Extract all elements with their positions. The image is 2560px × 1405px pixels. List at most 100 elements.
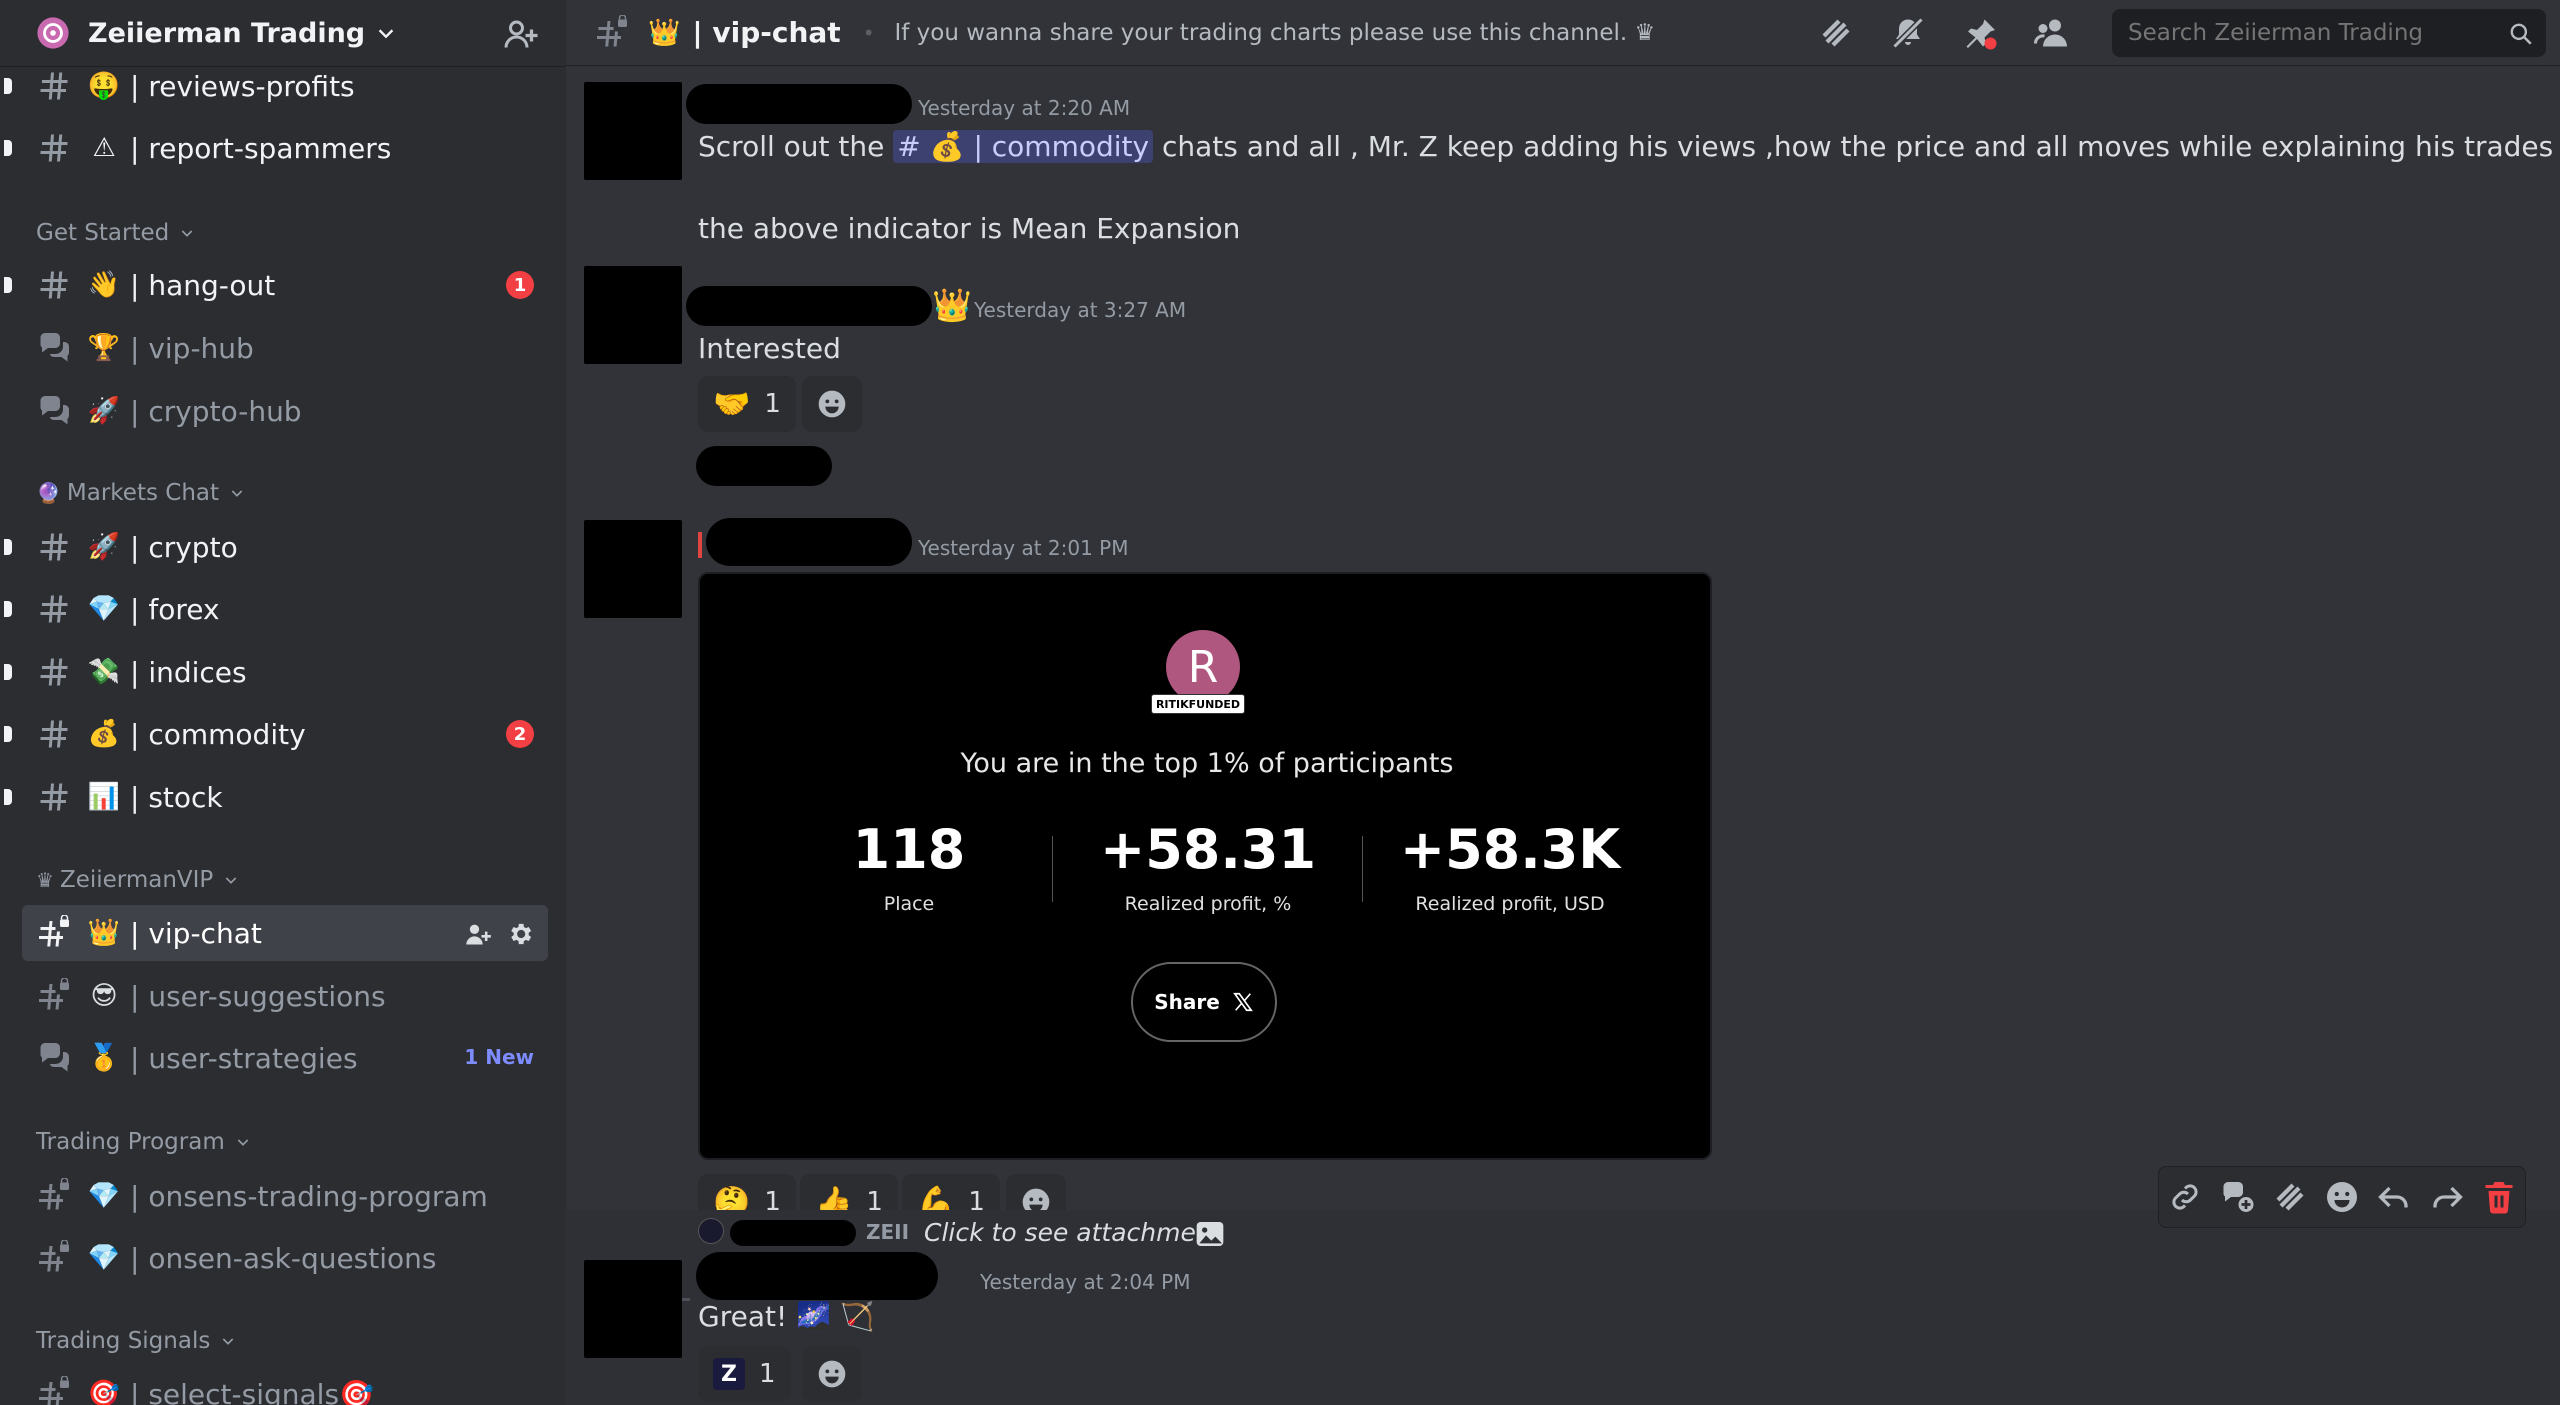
channel-emoji: 👑	[648, 17, 681, 48]
hashtag-locked-icon	[39, 1376, 69, 1405]
share-button[interactable]: Share	[1131, 962, 1277, 1042]
channel-emoji: 🏆	[87, 333, 121, 363]
channel-name: | stock	[130, 780, 223, 814]
unread-indicator	[4, 78, 12, 94]
channel-emoji: 💸	[87, 657, 121, 687]
hashtag-icon	[40, 533, 68, 561]
channel-vip-hub[interactable]: 🏆 | vip-hub	[22, 320, 548, 376]
reply-tag: ZEII	[866, 1220, 910, 1244]
channel-emoji: 👑	[87, 918, 121, 948]
stat-label: Realized profit, USD	[1415, 893, 1605, 915]
category-trading-signals[interactable]: Trading Signals	[36, 1326, 236, 1356]
message-timestamp[interactable]: Yesterday at 2:01 PM	[918, 536, 1129, 560]
add-reaction-icon[interactable]	[2324, 1179, 2360, 1215]
threads-icon[interactable]	[2272, 1179, 2308, 1215]
channel-onsens-trading-program[interactable]: 💎 | onsens-trading-program	[22, 1168, 548, 1224]
redacted-username	[686, 286, 932, 326]
channel-crypto-hub[interactable]: 🚀 | crypto-hub	[22, 383, 548, 439]
channel-hang-out[interactable]: 👋 | hang-out 1	[4, 257, 548, 313]
channel-report-spammers[interactable]: ⚠ | report-spammers	[4, 120, 548, 176]
chevron-down-icon	[237, 1139, 249, 1146]
pinned-messages-icon[interactable]	[1962, 15, 1998, 51]
reaction-custom-z[interactable]: Z 1	[698, 1346, 791, 1402]
trash-icon[interactable]	[2481, 1179, 2517, 1215]
search-bar[interactable]	[2112, 9, 2546, 57]
hashtag-locked-icon	[39, 978, 69, 1010]
message-timestamp[interactable]: Yesterday at 2:04 PM	[980, 1270, 1191, 1294]
channel-user-suggestions[interactable]: 😎 | user-suggestions	[22, 968, 548, 1024]
chevron-down-icon	[181, 230, 193, 237]
hashtag-locked-icon	[39, 915, 69, 947]
channel-reviews-profits[interactable]: 🤑 | reviews-profits	[4, 58, 548, 114]
reaction-emoji: Z	[713, 1358, 745, 1390]
threads-icon[interactable]	[1818, 15, 1854, 51]
channel-crypto[interactable]: 🚀 | crypto	[4, 519, 548, 575]
avatar[interactable]	[584, 520, 682, 618]
message-text: the above indicator is Mean Expansion	[698, 212, 1241, 245]
invite-people-icon[interactable]	[503, 16, 539, 52]
channel-emoji: 🥇	[87, 1043, 121, 1073]
shared-image-card[interactable]: R RITIKFUNDED You are in the top 1% of p…	[698, 572, 1712, 1160]
reply-avatar[interactable]	[698, 1218, 724, 1244]
chevron-down-icon	[378, 29, 394, 39]
forum-icon	[40, 1043, 69, 1072]
add-reaction-button[interactable]	[802, 376, 862, 432]
mention-badge: 2	[506, 720, 534, 748]
mention-badge: 1	[506, 271, 534, 299]
channel-title: | vip-chat	[692, 16, 841, 49]
channel-commodity[interactable]: 💰 | commodity 2	[4, 706, 548, 762]
stat-profit-percent: +58.31 Realized profit, %	[1058, 818, 1358, 915]
channel-name: | reviews-profits	[130, 69, 355, 103]
avatar[interactable]	[584, 266, 682, 364]
server-header[interactable]: Zeiierman Trading	[0, 0, 566, 66]
category-get-started[interactable]: Get Started	[36, 218, 195, 248]
channel-vip-chat[interactable]: 👑 | vip-chat	[22, 905, 548, 961]
search-input[interactable]	[2128, 20, 2488, 46]
hashtag-icon	[40, 271, 68, 299]
link-icon[interactable]	[2167, 1179, 2203, 1215]
avatar[interactable]	[584, 82, 682, 180]
channel-name: | user-strategies	[130, 1041, 358, 1075]
topic-divider: •	[862, 20, 875, 45]
forward-icon[interactable]	[2429, 1179, 2465, 1215]
channel-select-signals[interactable]: 🎯 | select-signals🎯	[22, 1366, 548, 1405]
hashtag-locked-icon	[39, 1240, 69, 1272]
stat-divider	[1052, 836, 1053, 902]
add-reaction-button[interactable]	[802, 1346, 862, 1402]
avatar[interactable]	[584, 1260, 682, 1358]
category-zeiierman-vip[interactable]: ♛ ZeiiermanVIP	[36, 865, 239, 895]
create-invite-icon[interactable]	[464, 920, 492, 948]
channel-name: | onsen-ask-questions	[130, 1241, 437, 1275]
category-trading-program[interactable]: Trading Program	[36, 1127, 251, 1157]
channel-name: | crypto	[130, 530, 238, 564]
message-text: chats and all , Mr. Z keep adding his vi…	[1162, 130, 2554, 163]
create-thread-icon[interactable]	[2219, 1179, 2255, 1215]
channel-name: | indices	[130, 655, 247, 689]
hashtag-locked-icon	[39, 1178, 69, 1210]
reply-icon[interactable]	[2376, 1179, 2412, 1215]
category-markets-chat[interactable]: 🔮 Markets Chat	[36, 478, 245, 508]
channel-onsen-ask-questions[interactable]: 💎 | onsen-ask-questions	[22, 1230, 548, 1286]
member-list-icon[interactable]	[2034, 15, 2070, 51]
channel-stock[interactable]: 📊 | stock	[4, 769, 548, 825]
reaction-handshake[interactable]: 🤝 1	[698, 376, 796, 432]
channel-name: | select-signals🎯	[130, 1377, 374, 1405]
channel-indices[interactable]: 💸 | indices	[4, 644, 548, 700]
reply-preview[interactable]: Click to see attachment	[924, 1218, 1222, 1247]
stat-place: 118 Place	[759, 818, 1059, 915]
message-timestamp[interactable]: Yesterday at 3:27 AM	[974, 298, 1186, 322]
message-content: Scroll out the # 💰 | commodity chats and…	[698, 130, 2553, 163]
channel-forex[interactable]: 💎 | forex	[4, 581, 548, 637]
stat-profit-usd: +58.3K Realized profit, USD	[1360, 818, 1660, 915]
unread-indicator	[4, 789, 12, 805]
redacted-username	[696, 1252, 938, 1300]
channel-emoji: 👋	[87, 270, 121, 300]
gear-icon[interactable]	[506, 920, 534, 948]
channel-topic[interactable]: If you wanna share your trading charts p…	[894, 20, 1655, 46]
mention-emoji: 💰	[929, 130, 965, 163]
message-timestamp[interactable]: Yesterday at 2:20 AM	[918, 96, 1130, 120]
channel-mention[interactable]: # 💰 | commodity	[893, 130, 1154, 163]
reaction-count: 1	[764, 389, 781, 419]
notification-muted-icon[interactable]	[1890, 15, 1926, 51]
channel-user-strategies[interactable]: 🥇 | user-strategies 1 New	[22, 1030, 548, 1086]
